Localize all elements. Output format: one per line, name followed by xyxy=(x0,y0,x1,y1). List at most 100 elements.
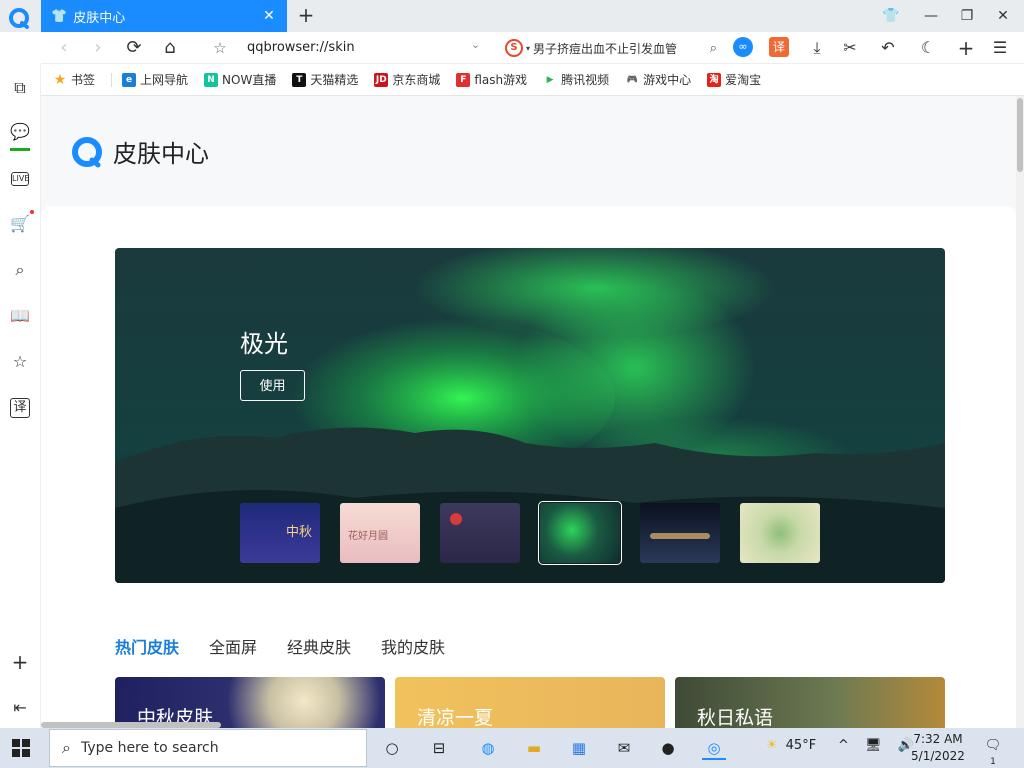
skin-thumbnail[interactable] xyxy=(440,503,520,563)
home-icon[interactable]: ⌂ xyxy=(157,36,183,60)
bookmark-item[interactable]: ▶ 腾讯视频 xyxy=(543,71,617,88)
bookmark-label: flash游戏 xyxy=(474,73,528,87)
store-icon[interactable]: ▦ xyxy=(567,736,591,760)
search-box[interactable]: S ▾ ⌕ xyxy=(505,37,717,59)
tab-skin-center[interactable]: 👕 皮肤中心 ✕ xyxy=(41,0,287,32)
undo-icon[interactable]: ↶ xyxy=(877,37,899,59)
chat-icon[interactable]: 💬 xyxy=(8,120,32,144)
tab-classic-skins[interactable]: 经典皮肤 xyxy=(287,634,351,658)
star-icon: ★ xyxy=(53,71,67,88)
page-title: 皮肤中心 xyxy=(113,140,209,168)
notification-icon[interactable]: 🗨1 xyxy=(982,738,1004,767)
translate-icon[interactable]: 译 xyxy=(769,37,789,57)
plus-icon[interactable]: + xyxy=(955,37,977,59)
qqbrowser-logo-icon xyxy=(72,136,102,167)
windows-start-icon[interactable] xyxy=(12,739,30,757)
qqbrowser-taskbar-icon[interactable]: ◎ xyxy=(702,736,726,760)
tab-fullscreen[interactable]: 全面屏 xyxy=(209,634,257,658)
close-icon[interactable]: ✕ xyxy=(261,8,277,24)
weather-widget[interactable]: ☀ 45°F xyxy=(766,738,816,753)
collapse-sidebar-icon[interactable]: ⇤ xyxy=(8,696,32,720)
vertical-scrollbar[interactable] xyxy=(1016,96,1024,728)
menu-icon[interactable]: ☰ xyxy=(989,37,1011,59)
restore-button[interactable]: ❐ xyxy=(952,4,982,28)
infinity-icon[interactable]: ∞ xyxy=(733,37,753,57)
task-view-icon[interactable]: ⊟ xyxy=(427,736,451,760)
book-icon[interactable]: 📖 xyxy=(8,304,32,328)
scissors-icon[interactable]: ✂ xyxy=(839,37,861,59)
bookmark-separator xyxy=(111,72,113,87)
scroll-thumb[interactable] xyxy=(1017,98,1023,172)
search-icon[interactable]: ⌕ xyxy=(8,258,32,282)
tab-hot-skins[interactable]: 热门皮肤 xyxy=(115,634,179,658)
url-field[interactable]: qqbrowser://skin xyxy=(247,40,355,55)
skin-thumbnail[interactable]: 花好月圆 xyxy=(340,503,420,563)
skin-card[interactable]: 清凉一夏 xyxy=(395,677,665,728)
bookmark-item[interactable]: T 天猫精选 xyxy=(292,71,366,88)
play-icon: ▶ xyxy=(546,74,554,85)
add-icon[interactable]: + xyxy=(8,650,32,674)
file-explorer-icon[interactable]: ▬ xyxy=(522,736,546,760)
back-button[interactable]: ‹ xyxy=(51,36,77,60)
use-skin-button[interactable]: 使用 xyxy=(240,370,305,401)
close-window-button[interactable]: ✕ xyxy=(988,4,1018,28)
search-input[interactable] xyxy=(533,41,707,55)
skin-card[interactable]: 秋日私语 xyxy=(675,677,945,728)
skin-card[interactable]: 中秋皮肤 xyxy=(115,677,385,728)
bookmark-favicon-icon: T xyxy=(292,72,307,87)
qqbrowser-logo-icon[interactable] xyxy=(8,7,30,29)
edge-icon[interactable]: ◍ xyxy=(476,736,500,760)
page-header: 皮肤中心 xyxy=(71,134,209,169)
download-icon[interactable]: ⤓ xyxy=(806,37,828,59)
cart-icon[interactable]: 🛒 xyxy=(8,212,32,236)
bookmark-label: 京东商城 xyxy=(392,73,441,87)
chevron-down-icon[interactable]: ⌄ xyxy=(471,38,480,51)
raccoon-app-icon[interactable]: ● xyxy=(656,736,680,760)
hero-title: 极光 xyxy=(240,330,288,358)
moon-icon[interactable]: ☾ xyxy=(917,37,939,59)
refresh-icon[interactable]: ⟳ xyxy=(121,36,147,60)
forward-button[interactable]: › xyxy=(85,36,111,60)
sogou-search-icon[interactable]: S xyxy=(505,39,523,57)
favorite-star-icon[interactable]: ☆ xyxy=(207,36,233,60)
time: 7:32 AM xyxy=(913,732,963,746)
skin-card-title: 清凉一夏 xyxy=(417,707,494,728)
bookmark-label: 游戏中心 xyxy=(643,73,692,87)
skin-thumbnail[interactable] xyxy=(740,503,820,563)
category-tabs: 热门皮肤 全面屏 经典皮肤 我的皮肤 xyxy=(115,634,445,658)
clock[interactable]: 7:32 AM 5/1/2022 xyxy=(910,731,966,765)
search-icon[interactable]: ⌕ xyxy=(710,41,717,56)
cube-icon[interactable]: ⧉ xyxy=(8,76,32,100)
notification-dot xyxy=(30,210,34,214)
bookmark-item[interactable]: 淘爱淘宝 xyxy=(707,71,769,88)
bookmark-item[interactable]: e 上网导航 xyxy=(122,71,196,88)
bookmark-item[interactable]: JD 京东商城 xyxy=(374,71,448,88)
skin-thumbnail[interactable]: 中秋 xyxy=(240,503,320,563)
new-tab-button[interactable]: + xyxy=(294,4,318,28)
minimize-button[interactable]: — xyxy=(916,4,946,28)
tab-my-skins[interactable]: 我的皮肤 xyxy=(381,634,445,658)
skin-center-page: 皮肤中心 极光 使用 中秋 花好月圆 热门皮肤 全面屏 经典皮肤 我的皮肤 中秋… xyxy=(41,96,1016,728)
tab-strip: 👕 皮肤中心 ✕ + 👕 — ❐ ✕ xyxy=(0,0,1024,32)
live-icon[interactable]: LIVE xyxy=(11,172,29,186)
cortana-icon[interactable]: ○ xyxy=(380,736,404,760)
skin-thumbnail-selected[interactable] xyxy=(538,501,622,565)
bookmark-item[interactable]: ★ 书签 xyxy=(53,71,103,88)
bookmark-item[interactable]: 🎮 游戏中心 xyxy=(625,71,699,88)
shirt-skin-icon[interactable]: 👕 xyxy=(876,4,906,28)
translate-icon[interactable]: 译 xyxy=(10,398,30,418)
bookmark-favicon-icon: N xyxy=(204,72,219,87)
star-icon[interactable]: ☆ xyxy=(8,350,32,374)
bookmark-favicon-icon: e xyxy=(122,72,137,87)
taskbar-search[interactable]: ⌕ Type here to search xyxy=(49,729,367,767)
bookmark-item[interactable]: Fflash游戏 xyxy=(456,71,535,88)
mail-icon[interactable]: ✉ xyxy=(612,736,636,760)
skin-thumbnail[interactable] xyxy=(640,503,720,563)
bookmark-item[interactable]: N NOW直播 xyxy=(204,71,284,88)
bookmark-label: NOW直播 xyxy=(222,73,277,87)
caret-down-icon[interactable]: ▾ xyxy=(526,44,530,53)
bookmark-label: 书签 xyxy=(71,73,96,87)
bookmark-favicon-icon: 淘 xyxy=(707,72,722,87)
system-tray[interactable]: ^ 🖥 🔊 xyxy=(838,738,920,753)
shirt-icon: 👕 xyxy=(51,8,68,24)
